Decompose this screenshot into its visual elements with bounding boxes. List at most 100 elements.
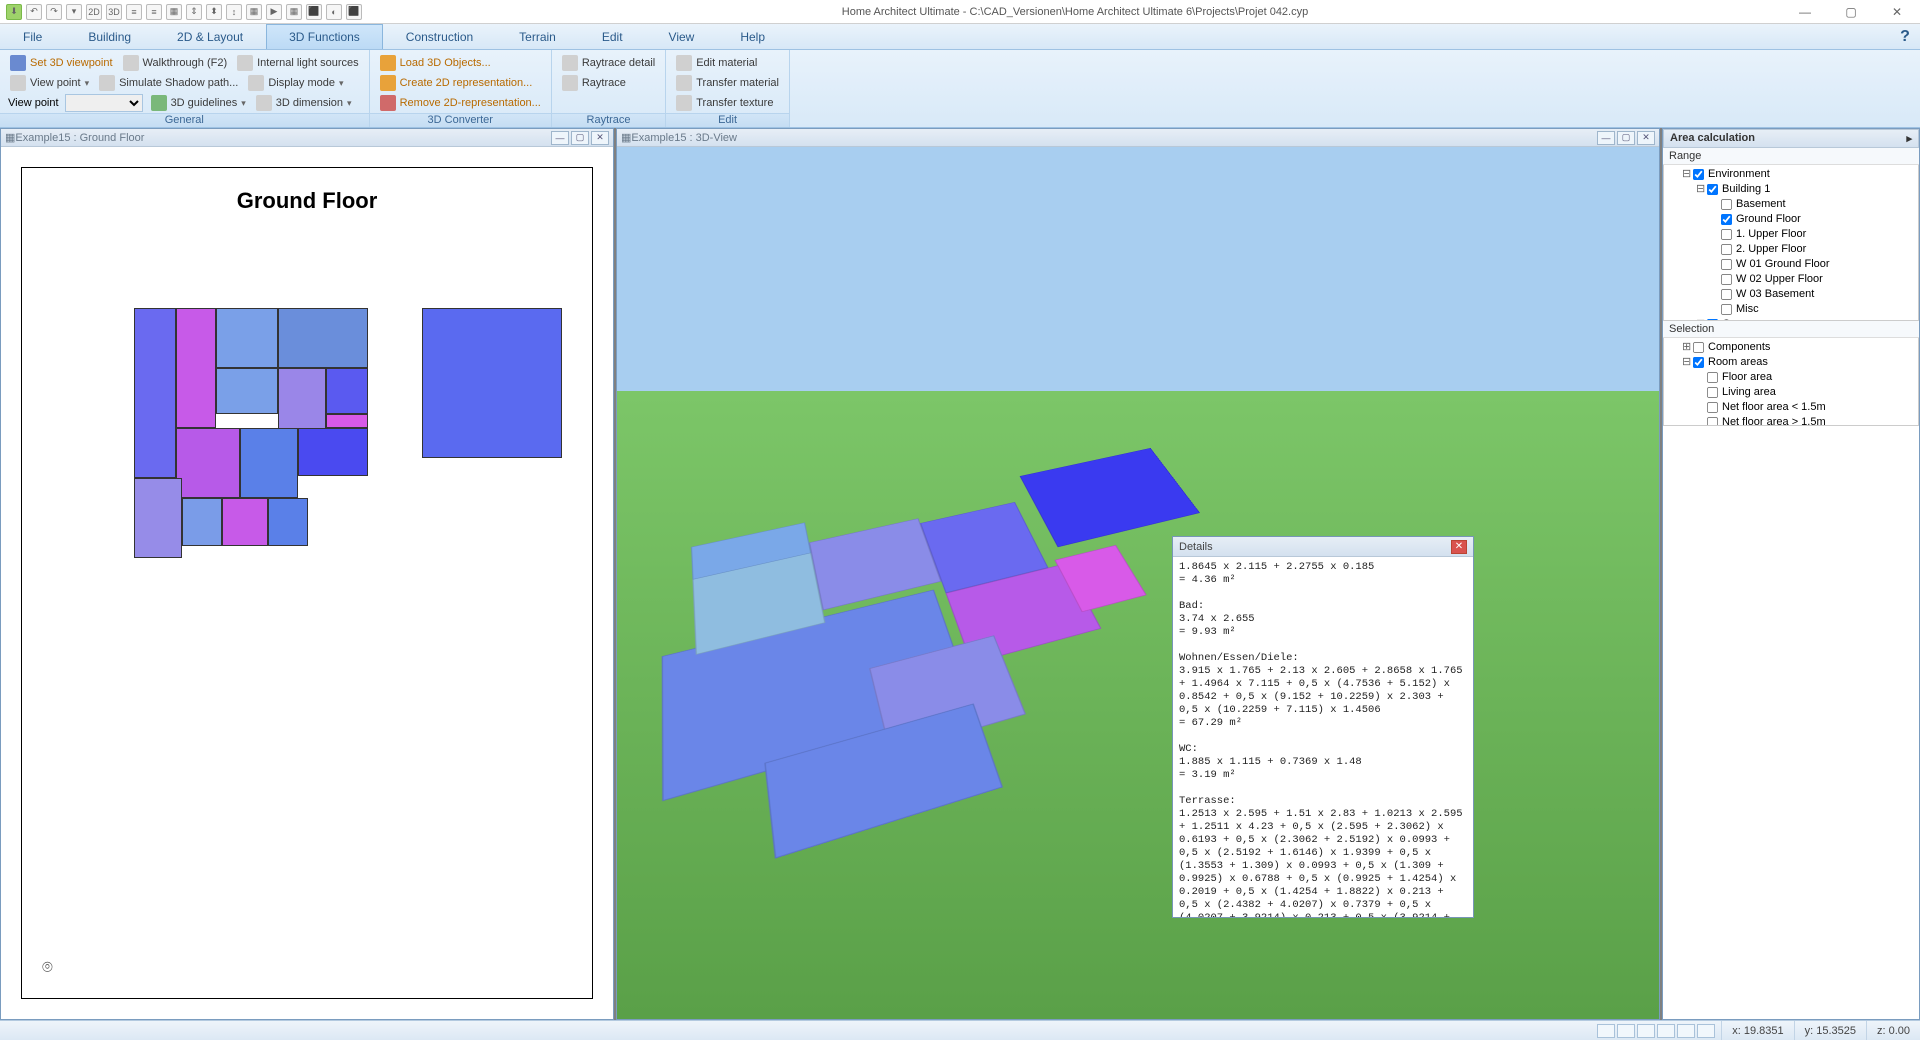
ribbon-item[interactable]: Display mode xyxy=(246,74,345,92)
tree-expand-icon[interactable]: ⊞ xyxy=(1682,340,1692,355)
tree-node[interactable]: ⊞Components xyxy=(1682,340,1914,355)
ribbon-item[interactable]: Walkthrough (F2) xyxy=(121,54,230,72)
ribbon-item[interactable]: Internal light sources xyxy=(235,54,361,72)
tree-node[interactable]: W 01 Ground Floor xyxy=(1710,257,1914,272)
ribbon-item[interactable]: Create 2D representation... xyxy=(378,74,535,92)
plan-room[interactable] xyxy=(182,498,222,546)
area-calc-collapse-icon[interactable]: ▸ xyxy=(1906,132,1912,145)
ribbon-item[interactable]: Raytrace detail xyxy=(560,54,657,72)
tree-checkbox[interactable] xyxy=(1721,259,1732,270)
menu-2d-layout[interactable]: 2D & Layout xyxy=(154,24,266,49)
plan-room[interactable] xyxy=(422,308,562,458)
qat-3d-icon[interactable]: 3D xyxy=(106,4,122,20)
qat-list2-icon[interactable]: ≡ xyxy=(146,4,162,20)
area-calc-header[interactable]: Area calculation ▸ xyxy=(1663,129,1919,148)
status-btn-5[interactable] xyxy=(1677,1024,1695,1038)
status-btn-1[interactable] xyxy=(1597,1024,1615,1038)
tree-checkbox[interactable] xyxy=(1721,214,1732,225)
tree-node[interactable]: ⊟Building 1BasementGround Floor1. Upper … xyxy=(1696,182,1914,317)
menu-terrain[interactable]: Terrain xyxy=(496,24,579,49)
qat-2d-icon[interactable]: 2D xyxy=(86,4,102,20)
close-button[interactable]: ✕ xyxy=(1874,0,1920,24)
ribbon-item[interactable]: Load 3D Objects... xyxy=(378,54,493,72)
tree-checkbox[interactable] xyxy=(1721,289,1732,300)
ribbon-item[interactable]: Transfer material xyxy=(674,74,781,92)
qat-undo-icon[interactable]: ↶ xyxy=(26,4,42,20)
plan-room[interactable] xyxy=(134,308,176,478)
plan-room[interactable] xyxy=(222,498,268,546)
tree-expand-icon[interactable]: ⊟ xyxy=(1696,182,1706,197)
help-icon[interactable]: ? xyxy=(1890,24,1920,49)
selection-tree[interactable]: ⊞Components⊟Room areasFloor areaLiving a… xyxy=(1663,338,1919,426)
tree-node[interactable]: 2. Upper Floor xyxy=(1710,242,1914,257)
statusbar-view-buttons[interactable] xyxy=(1591,1024,1721,1038)
tree-checkbox[interactable] xyxy=(1693,357,1704,368)
range-tree[interactable]: ⊟Environment⊟Building 1BasementGround Fl… xyxy=(1663,165,1919,321)
details-close-button[interactable]: ✕ xyxy=(1451,540,1467,554)
pane-3d-max-button[interactable]: ▢ xyxy=(1617,131,1635,145)
qat-dropdown-icon[interactable]: ▾ xyxy=(66,4,82,20)
tree-node[interactable]: W 03 Basement xyxy=(1710,287,1914,302)
tree-node[interactable]: Misc xyxy=(1710,302,1914,317)
menu-file[interactable]: File xyxy=(0,24,65,49)
maximize-button[interactable]: ▢ xyxy=(1828,0,1874,24)
pane-2d-close-button[interactable]: ✕ xyxy=(591,131,609,145)
tree-checkbox[interactable] xyxy=(1721,304,1732,315)
pane-3d-close-button[interactable]: ✕ xyxy=(1637,131,1655,145)
tree-checkbox[interactable] xyxy=(1693,169,1704,180)
qat-tool9-icon[interactable]: ⬛ xyxy=(346,4,362,20)
qat-tool3-icon[interactable]: ↕ xyxy=(226,4,242,20)
qat-redo-icon[interactable]: ↷ xyxy=(46,4,62,20)
pane-2d-min-button[interactable]: — xyxy=(551,131,569,145)
qat-tool7-icon[interactable]: ⬛ xyxy=(306,4,322,20)
plan-room[interactable] xyxy=(240,428,298,498)
qat-tool1-icon[interactable]: ⇕ xyxy=(186,4,202,20)
tree-checkbox[interactable] xyxy=(1721,274,1732,285)
plan-room[interactable] xyxy=(134,478,182,558)
qat-tool5-icon[interactable]: ▶ xyxy=(266,4,282,20)
tree-node[interactable]: 1. Upper Floor xyxy=(1710,227,1914,242)
status-btn-6[interactable] xyxy=(1697,1024,1715,1038)
qat-tool2-icon[interactable]: ⬍ xyxy=(206,4,222,20)
details-window[interactable]: Details ✕ 1.8645 x 2.115 + 2.2755 x 0.18… xyxy=(1172,536,1474,918)
viewpoint-select[interactable] xyxy=(65,94,143,112)
plan-room[interactable] xyxy=(176,428,240,498)
ribbon-item[interactable]: Transfer texture xyxy=(674,94,775,112)
plan-room[interactable] xyxy=(278,308,368,368)
tree-node[interactable]: Floor area xyxy=(1696,370,1914,385)
plan-room[interactable] xyxy=(268,498,308,546)
tree-node[interactable]: Net floor area < 1.5m xyxy=(1696,400,1914,415)
menu-edit[interactable]: Edit xyxy=(579,24,646,49)
tree-checkbox[interactable] xyxy=(1721,244,1732,255)
menu-construction[interactable]: Construction xyxy=(383,24,496,49)
tree-checkbox[interactable] xyxy=(1707,417,1718,426)
qat-grid-icon[interactable]: ▦ xyxy=(166,4,182,20)
ribbon-item[interactable]: Edit material xyxy=(674,54,759,72)
tree-checkbox[interactable] xyxy=(1693,342,1704,353)
tree-node[interactable]: W 02 Upper Floor xyxy=(1710,272,1914,287)
tree-checkbox[interactable] xyxy=(1707,184,1718,195)
details-header[interactable]: Details ✕ xyxy=(1173,537,1473,557)
3d-room[interactable] xyxy=(1020,448,1200,547)
menu-building[interactable]: Building xyxy=(65,24,154,49)
tree-node[interactable]: ⊟Room areasFloor areaLiving areaNet floo… xyxy=(1682,355,1914,426)
pane-2d-body[interactable]: Ground Floor ⌾ xyxy=(1,147,613,1019)
tree-node[interactable]: Basement xyxy=(1710,197,1914,212)
status-btn-2[interactable] xyxy=(1617,1024,1635,1038)
plan-room[interactable] xyxy=(326,414,368,428)
ribbon-item[interactable]: Raytrace xyxy=(560,74,628,92)
pane-2d-titlebar[interactable]: ▦ Example15 : Ground Floor — ▢ ✕ xyxy=(1,129,613,147)
ribbon-item[interactable]: View point xyxy=(8,74,91,92)
ribbon-item[interactable]: Simulate Shadow path... xyxy=(97,74,240,92)
tree-node[interactable]: Ground Floor xyxy=(1710,212,1914,227)
tree-checkbox[interactable] xyxy=(1721,199,1732,210)
3d-viewport[interactable] xyxy=(617,147,1659,1019)
qat-tool4-icon[interactable]: ▦ xyxy=(246,4,262,20)
menu-3d-functions[interactable]: 3D Functions xyxy=(266,24,383,49)
menu-view[interactable]: View xyxy=(646,24,718,49)
pane-3d-titlebar[interactable]: ▦ Example15 : 3D-View — ▢ ✕ xyxy=(617,129,1659,147)
pane-3d-min-button[interactable]: — xyxy=(1597,131,1615,145)
tree-checkbox[interactable] xyxy=(1707,402,1718,413)
plan-room[interactable] xyxy=(298,428,368,476)
status-btn-3[interactable] xyxy=(1637,1024,1655,1038)
